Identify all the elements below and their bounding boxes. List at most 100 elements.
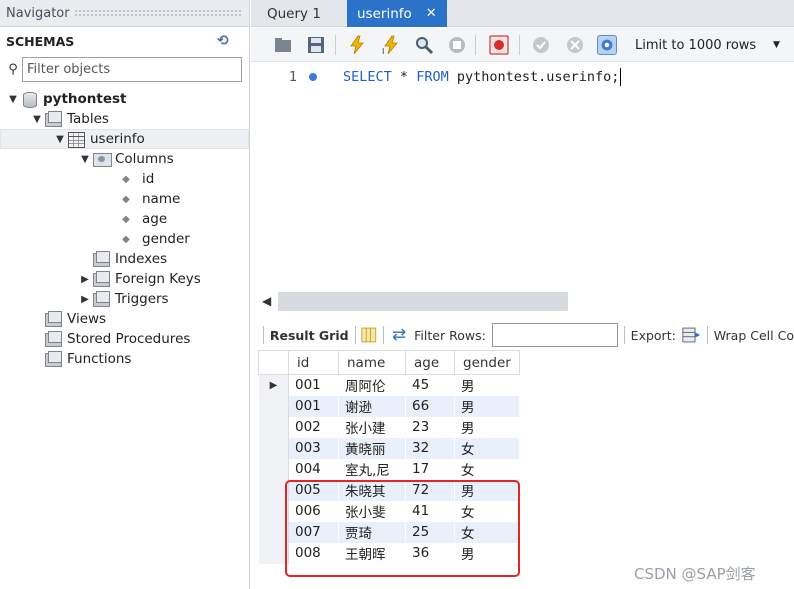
cell-name[interactable]: 黄晓丽 — [338, 437, 406, 459]
tree-functions[interactable]: Functions — [44, 349, 131, 369]
result-grid-tab[interactable]: Result Grid — [270, 328, 349, 343]
cell-age[interactable]: 23 — [405, 416, 455, 438]
row-header[interactable] — [258, 521, 289, 543]
scroll-thumb[interactable] — [278, 292, 568, 311]
wrap-cell-content-label[interactable]: Wrap Cell Co — [714, 328, 794, 343]
cell-gender[interactable]: 男 — [454, 542, 520, 564]
table-row[interactable]: 006 张小斐 41 女 — [258, 500, 520, 522]
row-header[interactable]: ▶ — [258, 374, 289, 396]
expand-arrow-icon[interactable]: ▼ — [53, 134, 67, 145]
table-row[interactable]: 008 王朝晖 36 男 — [258, 542, 520, 564]
cell-name[interactable]: 贾琦 — [338, 521, 406, 543]
limit-rows-select[interactable]: Limit to 1000 rows ▼ — [635, 34, 794, 56]
expand-arrow-icon[interactable]: ▶ — [78, 294, 92, 305]
cell-name[interactable]: 室丸,尼 — [338, 458, 406, 480]
expand-arrow-icon[interactable]: ▼ — [6, 94, 20, 105]
cell-age[interactable]: 45 — [405, 374, 455, 396]
table-row[interactable]: 001 谢逊 66 男 — [258, 395, 520, 417]
cell-id[interactable]: 001 — [288, 395, 339, 417]
cell-id[interactable]: 001 — [288, 374, 339, 396]
cell-id[interactable]: 003 — [288, 437, 339, 459]
filter-objects-input[interactable] — [22, 57, 242, 82]
column-header-age[interactable]: age — [405, 350, 455, 375]
table-row[interactable]: 004 室丸,尼 17 女 — [258, 458, 520, 480]
explain-magnifier-icon[interactable] — [414, 35, 434, 55]
cell-id[interactable]: 006 — [288, 500, 339, 522]
table-row[interactable]: 005 朱晓其 72 男 — [258, 479, 520, 501]
cell-age[interactable]: 36 — [405, 542, 455, 564]
row-header[interactable] — [258, 479, 289, 501]
stop-icon[interactable] — [447, 35, 467, 55]
panel-grip[interactable] — [73, 8, 243, 18]
rollback-icon[interactable] — [565, 35, 585, 55]
cell-age[interactable]: 66 — [405, 395, 455, 417]
cell-id[interactable]: 007 — [288, 521, 339, 543]
cell-gender[interactable]: 女 — [454, 521, 520, 543]
save-icon[interactable] — [306, 35, 326, 55]
row-header[interactable] — [258, 458, 289, 480]
cell-gender[interactable]: 男 — [454, 374, 520, 396]
column-header-id[interactable]: id — [288, 350, 339, 375]
table-row[interactable]: ▶ 001 周阿伦 45 男 — [258, 374, 520, 396]
cell-gender[interactable]: 女 — [454, 500, 520, 522]
expand-arrow-icon[interactable]: ▼ — [78, 154, 92, 165]
cell-age[interactable]: 25 — [405, 521, 455, 543]
row-header[interactable] — [258, 500, 289, 522]
tree-column-name[interactable]: ◆ name — [120, 189, 180, 209]
row-header[interactable] — [258, 395, 289, 417]
autocommit-toggle-icon[interactable] — [597, 35, 617, 55]
cell-name[interactable]: 谢逊 — [338, 395, 406, 417]
tree-column-age[interactable]: ◆ age — [120, 209, 167, 229]
tree-table-userinfo[interactable]: ▼ userinfo — [0, 129, 249, 149]
refresh-icon[interactable]: ⟲ — [217, 33, 239, 49]
cell-id[interactable]: 004 — [288, 458, 339, 480]
open-folder-icon[interactable] — [273, 35, 293, 55]
grid-layout-icon[interactable] — [361, 326, 377, 344]
cell-age[interactable]: 41 — [405, 500, 455, 522]
cell-id[interactable]: 005 — [288, 479, 339, 501]
tab-query-1[interactable]: Query 1 — [257, 0, 331, 27]
commit-icon[interactable] — [531, 35, 551, 55]
tree-indexes[interactable]: Indexes — [92, 249, 167, 269]
tab-userinfo[interactable]: userinfo ✕ — [347, 0, 447, 27]
cell-gender[interactable]: 女 — [454, 437, 520, 459]
stop-on-error-icon[interactable] — [489, 35, 509, 55]
execute-lightning-icon[interactable] — [347, 35, 367, 55]
column-header-name[interactable]: name — [338, 350, 406, 375]
tree-foreign-keys[interactable]: ▶ Foreign Keys — [78, 269, 201, 289]
table-row[interactable]: 002 张小建 23 男 — [258, 416, 520, 438]
tree-triggers[interactable]: ▶ Triggers — [78, 289, 169, 309]
tree-columns[interactable]: ▼ Columns — [78, 149, 174, 169]
cell-age[interactable]: 72 — [405, 479, 455, 501]
chevron-down-icon[interactable]: ▼ — [773, 40, 780, 50]
sql-editor[interactable]: 1 SELECT * FROM pythontest.userinfo; — [251, 63, 794, 291]
tree-views[interactable]: Views — [44, 309, 106, 329]
filter-rows-input[interactable] — [491, 323, 618, 347]
tree-column-gender[interactable]: ◆ gender — [120, 229, 190, 249]
editor-line[interactable]: 1 SELECT * FROM pythontest.userinfo; — [251, 67, 622, 87]
cell-gender[interactable]: 女 — [454, 458, 520, 480]
row-header[interactable] — [258, 542, 289, 564]
expand-arrow-icon[interactable]: ▶ — [78, 274, 92, 285]
cell-gender[interactable]: 男 — [454, 479, 520, 501]
close-icon[interactable]: ✕ — [426, 6, 437, 21]
cell-gender[interactable]: 男 — [454, 416, 520, 438]
cell-id[interactable]: 002 — [288, 416, 339, 438]
refresh-rows-icon[interactable]: ⇄ — [392, 325, 406, 345]
editor-horizontal-scrollbar[interactable]: ◀ — [257, 292, 794, 311]
tree-column-id[interactable]: ◆ id — [120, 169, 154, 189]
execute-current-icon[interactable]: I — [381, 35, 401, 55]
tree-stored-procedures[interactable]: Stored Procedures — [44, 329, 190, 349]
row-header[interactable] — [258, 437, 289, 459]
export-icon[interactable] — [682, 326, 701, 344]
cell-age[interactable]: 17 — [405, 458, 455, 480]
cell-gender[interactable]: 男 — [454, 395, 520, 417]
cell-id[interactable]: 008 — [288, 542, 339, 564]
cell-name[interactable]: 周阿伦 — [338, 374, 406, 396]
cell-name[interactable]: 朱晓其 — [338, 479, 406, 501]
table-row[interactable]: 007 贾琦 25 女 — [258, 521, 520, 543]
cell-age[interactable]: 32 — [405, 437, 455, 459]
cell-name[interactable]: 张小斐 — [338, 500, 406, 522]
column-header-gender[interactable]: gender — [454, 350, 520, 375]
scroll-left-icon[interactable]: ◀ — [262, 292, 271, 311]
